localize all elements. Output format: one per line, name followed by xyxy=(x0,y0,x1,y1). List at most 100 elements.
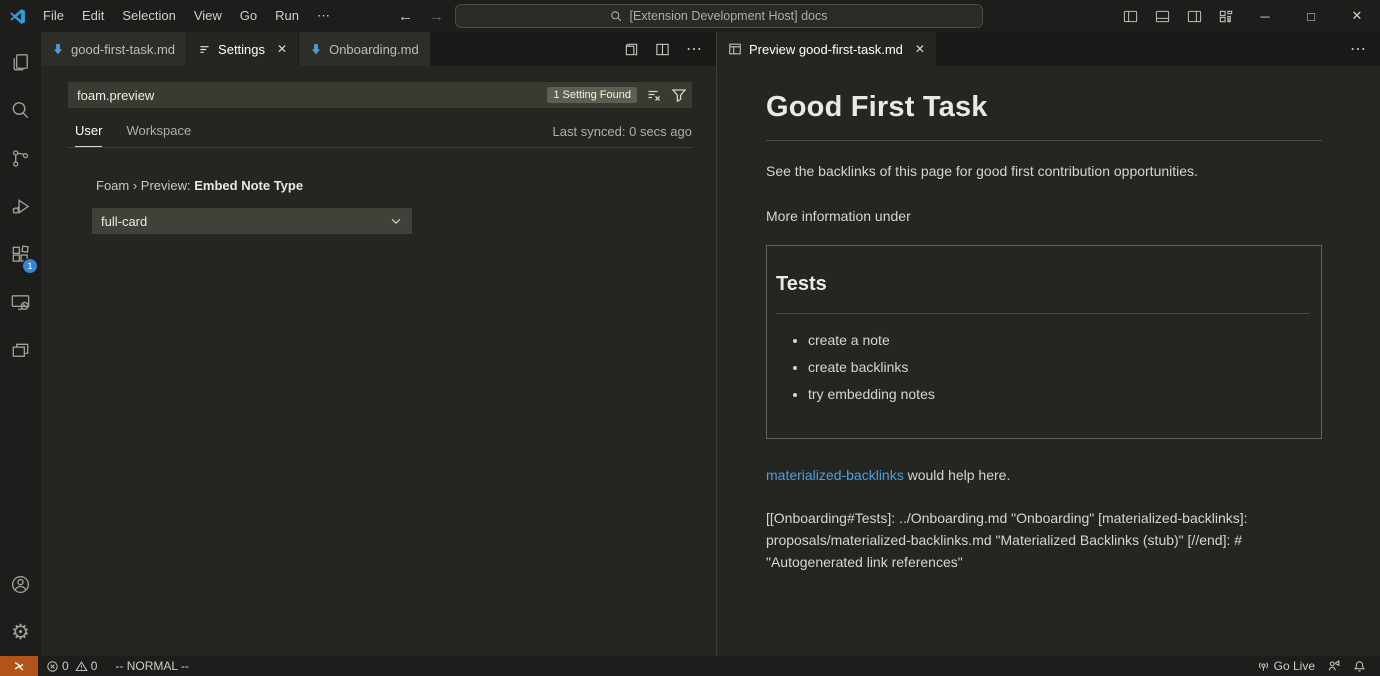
menu-item-view[interactable]: View xyxy=(185,0,231,32)
preview-paragraph: materialized-backlinks would help here. xyxy=(766,465,1322,485)
minimize-button[interactable]: ─ xyxy=(1242,0,1288,32)
note-card-heading: Tests xyxy=(776,270,1309,299)
scope-tab-user[interactable]: User xyxy=(75,123,102,147)
setting-category: Foam › Preview: xyxy=(96,178,194,193)
command-center-label: [Extension Development Host] docs xyxy=(629,9,827,23)
list-item: create backlinks xyxy=(808,357,1309,377)
back-arrow-icon[interactable]: ← xyxy=(398,8,413,25)
search-view-icon[interactable] xyxy=(0,86,41,134)
settings-search-controls: 1 Setting Found xyxy=(547,82,687,108)
settings-search-row: 1 Setting Found xyxy=(68,82,692,108)
more-actions-icon[interactable]: ⋯ xyxy=(686,39,702,59)
tab-label: Settings xyxy=(218,42,265,57)
close-tab-icon[interactable]: ✕ xyxy=(915,42,925,56)
warning-count: 0 xyxy=(91,659,98,673)
markdown-file-icon xyxy=(52,43,64,55)
status-bar: 0 0 -- NORMAL -- Go Live xyxy=(0,656,1380,676)
setting-item-embed-note-type: Foam › Preview: Embed Note Type full-car… xyxy=(68,178,692,234)
remote-indicator[interactable] xyxy=(0,656,38,676)
list-item: create a note xyxy=(808,330,1309,350)
vim-mode-label: -- NORMAL -- xyxy=(115,659,189,673)
split-editor-icon[interactable] xyxy=(655,42,670,57)
search-icon xyxy=(610,10,623,23)
maximize-button[interactable]: □ xyxy=(1288,0,1334,32)
remote-explorer-icon[interactable] xyxy=(0,278,41,326)
right-tab-bar: Preview good-first-task.md ✕ ⋯ xyxy=(717,32,1380,66)
go-live-label: Go Live xyxy=(1274,659,1315,673)
menu-item-edit[interactable]: Edit xyxy=(73,0,113,32)
account-icon[interactable] xyxy=(0,560,41,608)
note-card-list: create a note create backlinks try embed… xyxy=(776,330,1309,405)
clear-search-filters-icon[interactable] xyxy=(646,87,662,103)
results-count-badge: 1 Setting Found xyxy=(547,87,637,103)
editor-layouts-icon[interactable] xyxy=(0,326,41,374)
close-tab-icon[interactable]: ✕ xyxy=(277,42,287,56)
explorer-icon[interactable] xyxy=(0,38,41,86)
close-window-button[interactable]: ✕ xyxy=(1334,0,1380,32)
heading-rule xyxy=(766,140,1322,141)
embed-note-type-dropdown[interactable]: full-card xyxy=(92,208,412,234)
tab-label: good-first-task.md xyxy=(71,42,175,57)
menu-item-go[interactable]: Go xyxy=(231,0,266,32)
toggle-secondary-sidebar-icon[interactable] xyxy=(1178,0,1210,32)
markdown-preview: Good First Task See the backlinks of thi… xyxy=(717,66,1380,573)
extensions-badge: 1 xyxy=(22,258,38,274)
toggle-panel-icon[interactable] xyxy=(1146,0,1178,32)
tab-onboarding[interactable]: Onboarding.md xyxy=(299,32,431,66)
error-icon xyxy=(46,660,59,673)
run-and-debug-icon[interactable] xyxy=(0,182,41,230)
tab-label: Preview good-first-task.md xyxy=(749,42,903,57)
preview-paragraph: See the backlinks of this page for good … xyxy=(766,161,1322,181)
manage-gear-icon[interactable]: ⚙ xyxy=(0,608,41,656)
settings-scope-tabs: User Workspace Last synced: 0 secs ago xyxy=(68,118,692,148)
scope-tab-workspace[interactable]: Workspace xyxy=(126,123,191,147)
menu-item-run[interactable]: Run xyxy=(266,0,308,32)
feedback-button[interactable] xyxy=(1321,656,1347,676)
title-bar: File Edit Selection View Go Run ⋯ ← → [E… xyxy=(0,0,1380,32)
tab-preview-good-first-task[interactable]: Preview good-first-task.md ✕ xyxy=(717,32,937,66)
window-controls: ─ □ ✕ xyxy=(1114,0,1380,32)
open-settings-json-icon[interactable] xyxy=(624,42,639,57)
broadcast-icon xyxy=(1257,660,1270,673)
activity-bar: 1 ⚙ xyxy=(0,32,41,656)
forward-arrow-icon[interactable]: → xyxy=(429,8,444,25)
embedded-note-card: Tests create a note create backlinks try… xyxy=(766,245,1322,439)
menu-item-file[interactable]: File xyxy=(34,0,73,32)
menu-overflow-icon[interactable]: ⋯ xyxy=(308,0,339,32)
materialized-backlinks-link[interactable]: materialized-backlinks xyxy=(766,467,904,483)
vim-mode-status[interactable]: -- NORMAL -- xyxy=(109,656,195,676)
customize-layout-icon[interactable] xyxy=(1210,0,1242,32)
markdown-file-icon xyxy=(310,43,322,55)
list-item: try embedding notes xyxy=(808,384,1309,404)
warning-icon xyxy=(75,660,88,673)
link-tail-text: would help here. xyxy=(904,467,1011,483)
tab-settings[interactable]: Settings ✕ xyxy=(187,32,299,66)
settings-editor: 1 Setting Found User Workspace Last sync… xyxy=(41,66,716,234)
setting-name: Embed Note Type xyxy=(194,178,303,193)
open-preview-icon xyxy=(728,42,742,56)
problems-status[interactable]: 0 0 xyxy=(40,656,103,676)
remote-icon xyxy=(12,659,26,673)
dropdown-value: full-card xyxy=(101,214,147,229)
more-actions-icon[interactable]: ⋯ xyxy=(1350,39,1366,59)
status-bar-right: Go Live xyxy=(1251,656,1380,676)
command-center-search[interactable]: [Extension Development Host] docs xyxy=(455,4,983,28)
filter-funnel-icon[interactable] xyxy=(671,87,687,103)
history-navigation: ← → xyxy=(398,0,444,32)
source-control-icon[interactable] xyxy=(0,134,41,182)
sync-status-label: Last synced: 0 secs ago xyxy=(553,124,692,147)
extensions-icon[interactable]: 1 xyxy=(0,230,41,278)
bell-icon xyxy=(1353,660,1366,673)
notifications-bell-button[interactable] xyxy=(1347,656,1372,676)
editor-group-preview: Preview good-first-task.md ✕ ⋯ Good Firs… xyxy=(716,32,1380,656)
note-card-rule xyxy=(776,313,1309,314)
tab-label: Onboarding.md xyxy=(329,42,419,57)
tab-good-first-task[interactable]: good-first-task.md xyxy=(41,32,187,66)
chevron-down-icon xyxy=(389,214,403,228)
setting-title: Foam › Preview: Embed Note Type xyxy=(96,178,692,193)
toggle-sidebar-icon[interactable] xyxy=(1114,0,1146,32)
menu-item-selection[interactable]: Selection xyxy=(113,0,184,32)
error-count: 0 xyxy=(62,659,69,673)
go-live-button[interactable]: Go Live xyxy=(1251,656,1321,676)
person-feedback-icon xyxy=(1327,659,1341,673)
